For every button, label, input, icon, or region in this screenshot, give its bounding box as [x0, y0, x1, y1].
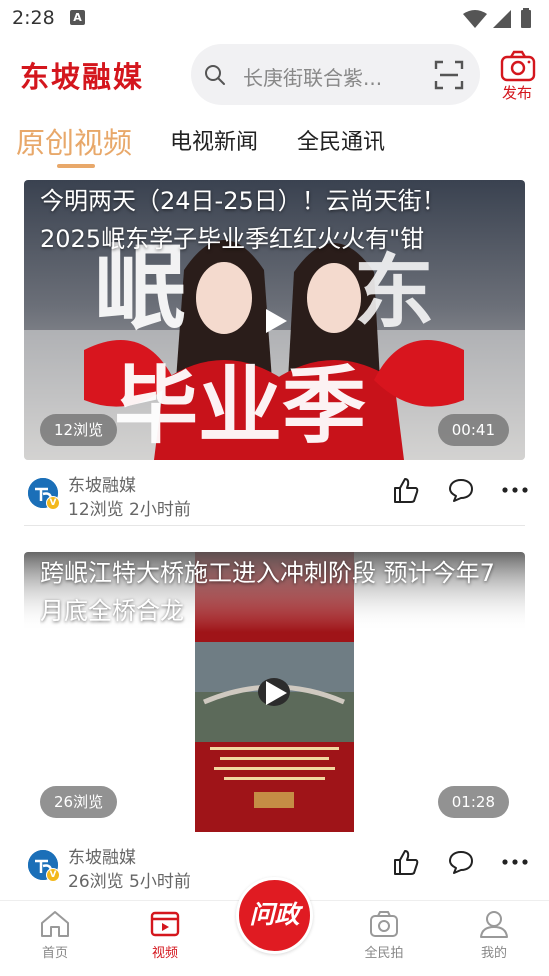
video-stats: 26浏览 5小时前 [68, 872, 191, 892]
search-icon [205, 65, 225, 85]
video-title[interactable]: 今明两天（24日-25日）！云尚天街！2025岷东学子毕业季红红火火有"钳 [40, 182, 506, 258]
more-icon[interactable] [502, 858, 528, 866]
nav-home[interactable]: 首页 [15, 909, 95, 969]
video-icon [150, 911, 180, 937]
verified-badge-icon: V [46, 496, 60, 510]
search-bar[interactable]: 长庚街联合紫... [191, 44, 480, 105]
video-title[interactable]: 跨岷江特大桥施工进入冲刺阶段 预计今年7月底全桥合龙 [40, 554, 506, 630]
comment-icon[interactable] [448, 850, 474, 874]
verified-badge-icon: V [46, 868, 60, 882]
nav-home-label: 首页 [41, 946, 68, 961]
video-stats: 12浏览 2小时前 [68, 500, 191, 520]
camera-icon [370, 911, 398, 937]
svg-text:毕业季: 毕业季 [114, 356, 366, 455]
category-tabs: 原创视频 电视新闻 全民通讯 [0, 114, 549, 170]
active-tab-indicator [57, 164, 95, 168]
status-time: 2:28 [12, 7, 55, 29]
bottom-navigation: 首页 视频 问政 全民拍 我的 [0, 877, 549, 976]
svg-text:东: 东 [354, 245, 434, 339]
profile-icon [480, 911, 508, 938]
duration-badge: 01:28 [437, 786, 509, 818]
video-card[interactable]: 跨岷江特大桥施工进入冲刺阶段 预计今年7月底全桥合龙 26浏览 01:28 V … [24, 552, 528, 900]
nav-video[interactable]: 视频 [125, 909, 205, 969]
view-count-badge: 26浏览 [40, 786, 118, 818]
source-name[interactable]: 东坡融媒 [68, 843, 136, 868]
video-card[interactable]: 岷 东 毕业季 今明两天（24日-25日）！云尚天街！2025岷东学子毕业季红红… [24, 180, 528, 528]
notification-icon: A [70, 10, 85, 25]
nav-video-label: 视频 [151, 946, 178, 961]
play-icon[interactable] [263, 307, 289, 335]
comment-icon[interactable] [448, 478, 474, 502]
ask-government-button[interactable]: 问政 [236, 877, 313, 954]
nav-profile-label: 我的 [480, 946, 507, 961]
camera-icon [500, 50, 536, 82]
tab-original-video[interactable]: 原创视频 [16, 120, 132, 162]
status-bar: 2:28 A [0, 0, 549, 38]
tab-public-news[interactable]: 全民通讯 [297, 124, 385, 156]
home-icon [41, 911, 69, 937]
video-thumbnail[interactable]: 跨岷江特大桥施工进入冲刺阶段 预计今年7月底全桥合龙 26浏览 01:28 [24, 552, 525, 832]
video-meta: V 东坡融媒 12浏览 2小时前 [24, 468, 528, 526]
like-icon[interactable] [392, 848, 420, 876]
video-thumbnail[interactable]: 岷 东 毕业季 今明两天（24日-25日）！云尚天街！2025岷东学子毕业季红红… [24, 180, 525, 460]
publish-button[interactable]: 发布 [496, 50, 540, 106]
search-placeholder: 长庚街联合紫... [243, 66, 383, 90]
source-name[interactable]: 东坡融媒 [68, 471, 136, 496]
app-header: 东坡融媒 长庚街联合紫... 发布 [0, 38, 549, 114]
scan-icon[interactable] [433, 59, 465, 91]
signal-battery-icons [463, 8, 531, 28]
play-icon[interactable] [263, 679, 289, 707]
nav-profile[interactable]: 我的 [454, 909, 534, 969]
more-icon[interactable] [502, 486, 528, 494]
nav-citizen-photo-label: 全民拍 [364, 946, 404, 961]
like-icon[interactable] [392, 476, 420, 504]
app-logo[interactable]: 东坡融媒 [20, 54, 144, 96]
tab-tv-news[interactable]: 电视新闻 [170, 124, 258, 156]
view-count-badge: 12浏览 [40, 414, 118, 446]
publish-label: 发布 [502, 84, 533, 102]
nav-citizen-photo[interactable]: 全民拍 [344, 909, 424, 969]
duration-badge: 00:41 [437, 414, 509, 446]
